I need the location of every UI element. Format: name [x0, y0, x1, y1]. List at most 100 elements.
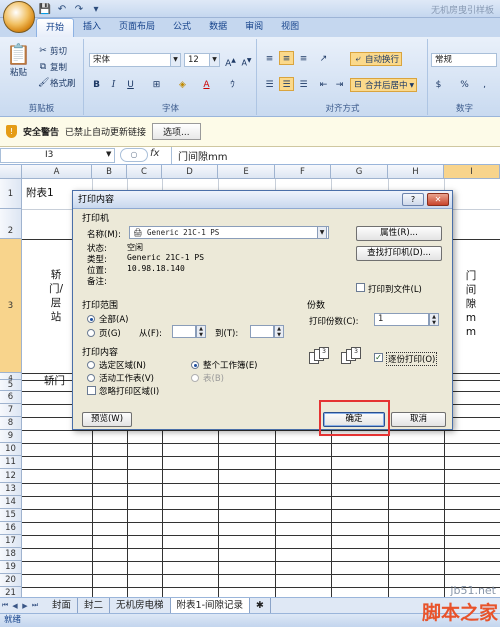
- row-header-16[interactable]: 16: [0, 522, 22, 535]
- range-to-input[interactable]: [250, 325, 274, 338]
- row-header-10[interactable]: 10: [0, 443, 22, 456]
- column-header-f[interactable]: F: [275, 165, 331, 179]
- spinner-icon[interactable]: ▲ ▼: [429, 313, 439, 326]
- underline-icon[interactable]: U: [123, 77, 138, 91]
- row-header-12[interactable]: 12: [0, 469, 22, 483]
- row-header-3[interactable]: 3: [0, 239, 22, 373]
- row-header-5[interactable]: 5: [0, 380, 22, 391]
- last-sheet-icon[interactable]: ⏭: [30, 601, 40, 610]
- align-top-icon[interactable]: ≡: [262, 51, 277, 65]
- align-middle-icon[interactable]: ≡: [279, 51, 294, 65]
- paste-button[interactable]: 📋 粘贴: [6, 43, 31, 78]
- font-color-icon[interactable]: A: [199, 77, 214, 91]
- next-sheet-icon[interactable]: ▶: [20, 602, 30, 610]
- column-header-d[interactable]: D: [162, 165, 218, 179]
- fill-color-icon[interactable]: ◈: [175, 77, 190, 91]
- row-header-4[interactable]: 4: [0, 373, 22, 382]
- select-all-corner[interactable]: [0, 165, 22, 179]
- number-format-combo[interactable]: 常规: [431, 53, 497, 67]
- active-sheets-radio[interactable]: [87, 374, 95, 382]
- column-header-a[interactable]: A: [22, 165, 92, 179]
- ignore-print-area-checkbox[interactable]: [87, 386, 96, 395]
- sheet-tab-gap-record[interactable]: 附表1-间隙记录: [170, 598, 251, 613]
- format-painter-button[interactable]: 🖌 格式刷: [38, 77, 76, 89]
- column-header-c[interactable]: C: [127, 165, 162, 179]
- range-all-radio[interactable]: [87, 315, 95, 323]
- formula-expand-icon[interactable]: ○: [120, 148, 148, 162]
- prev-sheet-icon[interactable]: ◀: [10, 602, 20, 610]
- row-header-2[interactable]: 2: [0, 209, 22, 239]
- tab-view[interactable]: 视图: [272, 18, 308, 37]
- grow-font-icon[interactable]: A▲: [223, 53, 238, 69]
- row-header-19[interactable]: 19: [0, 561, 22, 574]
- range-pages-radio[interactable]: [87, 329, 95, 337]
- row-header-13[interactable]: 13: [0, 483, 22, 496]
- copies-count-input[interactable]: 1: [374, 313, 429, 326]
- spinner-icon[interactable]: ▲ ▼: [196, 325, 206, 338]
- qat-dropdown-icon[interactable]: ▾: [89, 3, 103, 16]
- tab-insert[interactable]: 插入: [74, 18, 110, 37]
- border-icon[interactable]: ⊞: [149, 77, 164, 91]
- tab-data[interactable]: 数据: [200, 18, 236, 37]
- sheet-tab-cover2[interactable]: 封二: [78, 598, 111, 613]
- row-header-8[interactable]: 8: [0, 417, 22, 430]
- fx-icon[interactable]: fx: [150, 148, 159, 159]
- tab-page-layout[interactable]: 页面布局: [110, 18, 164, 37]
- undo-icon[interactable]: ↶: [55, 3, 69, 16]
- redo-icon[interactable]: ↷: [72, 3, 86, 16]
- column-header-i[interactable]: I: [444, 165, 500, 179]
- copy-button[interactable]: ⧉ 复制: [38, 61, 67, 73]
- shrink-font-icon[interactable]: A▼: [239, 53, 254, 68]
- orientation-icon[interactable]: ↗: [316, 51, 331, 65]
- italic-icon[interactable]: I: [106, 77, 121, 91]
- row-header-1[interactable]: 1: [0, 179, 22, 209]
- column-header-b[interactable]: B: [92, 165, 127, 179]
- bold-icon[interactable]: B: [89, 77, 104, 91]
- align-right-icon[interactable]: ☰: [296, 77, 311, 91]
- row-header-6[interactable]: 6: [0, 391, 22, 404]
- sheet-tab-mrl[interactable]: 无机房电梯: [110, 598, 171, 613]
- chevron-down-icon[interactable]: ▼: [106, 150, 111, 158]
- font-name-combo[interactable]: 宋体 ▼: [89, 53, 181, 67]
- row-header-11[interactable]: 11: [0, 456, 22, 469]
- row-header-21[interactable]: 21: [0, 587, 22, 597]
- row-header-7[interactable]: 7: [0, 404, 22, 417]
- tab-home[interactable]: 开始: [36, 18, 75, 37]
- merge-center-button[interactable]: ⊟ 合并后居中 ▼: [350, 78, 418, 92]
- row-header-17[interactable]: 17: [0, 535, 22, 548]
- office-button[interactable]: [3, 1, 35, 33]
- help-icon[interactable]: ?: [402, 193, 424, 206]
- font-size-combo[interactable]: 12 ▼: [184, 53, 220, 67]
- preview-button[interactable]: 预览(W): [82, 412, 132, 427]
- increase-indent-icon[interactable]: ⇥: [332, 77, 347, 91]
- sheet-tab-cover[interactable]: 封面: [46, 598, 79, 613]
- phonetic-icon[interactable]: ｳ: [225, 77, 240, 91]
- save-icon[interactable]: 💾: [38, 3, 52, 16]
- align-bottom-icon[interactable]: ≡: [296, 51, 311, 65]
- close-icon[interactable]: ✕: [427, 193, 449, 206]
- comma-icon[interactable]: ,: [477, 77, 492, 91]
- column-header-g[interactable]: G: [331, 165, 388, 179]
- collate-checkbox[interactable]: ✓: [374, 353, 383, 362]
- printer-name-select[interactable]: 🖨 Generic 21C-1 PS: [129, 226, 329, 239]
- print-to-file-checkbox[interactable]: [356, 283, 365, 292]
- currency-icon[interactable]: $: [431, 77, 446, 91]
- security-options-button[interactable]: 选项...: [152, 123, 201, 140]
- wrap-text-button[interactable]: ⤶ 自动换行: [350, 52, 403, 66]
- spinner-icon[interactable]: ▲ ▼: [274, 325, 284, 338]
- decrease-indent-icon[interactable]: ⇤: [316, 77, 331, 91]
- tab-formulas[interactable]: 公式: [164, 18, 200, 37]
- table-radio[interactable]: [191, 374, 199, 382]
- first-sheet-icon[interactable]: ⏮: [0, 601, 10, 610]
- selection-radio[interactable]: [87, 361, 95, 369]
- row-header-15[interactable]: 15: [0, 509, 22, 522]
- cancel-button[interactable]: 取消: [391, 412, 446, 427]
- column-header-h[interactable]: H: [388, 165, 444, 179]
- row-header-9[interactable]: 9: [0, 430, 22, 443]
- whole-workbook-radio[interactable]: [191, 361, 199, 369]
- new-sheet-icon[interactable]: ✱: [250, 598, 271, 613]
- row-header-18[interactable]: 18: [0, 548, 22, 561]
- align-center-icon[interactable]: ☰: [279, 77, 294, 91]
- row-header-14[interactable]: 14: [0, 496, 22, 509]
- range-from-input[interactable]: [172, 325, 196, 338]
